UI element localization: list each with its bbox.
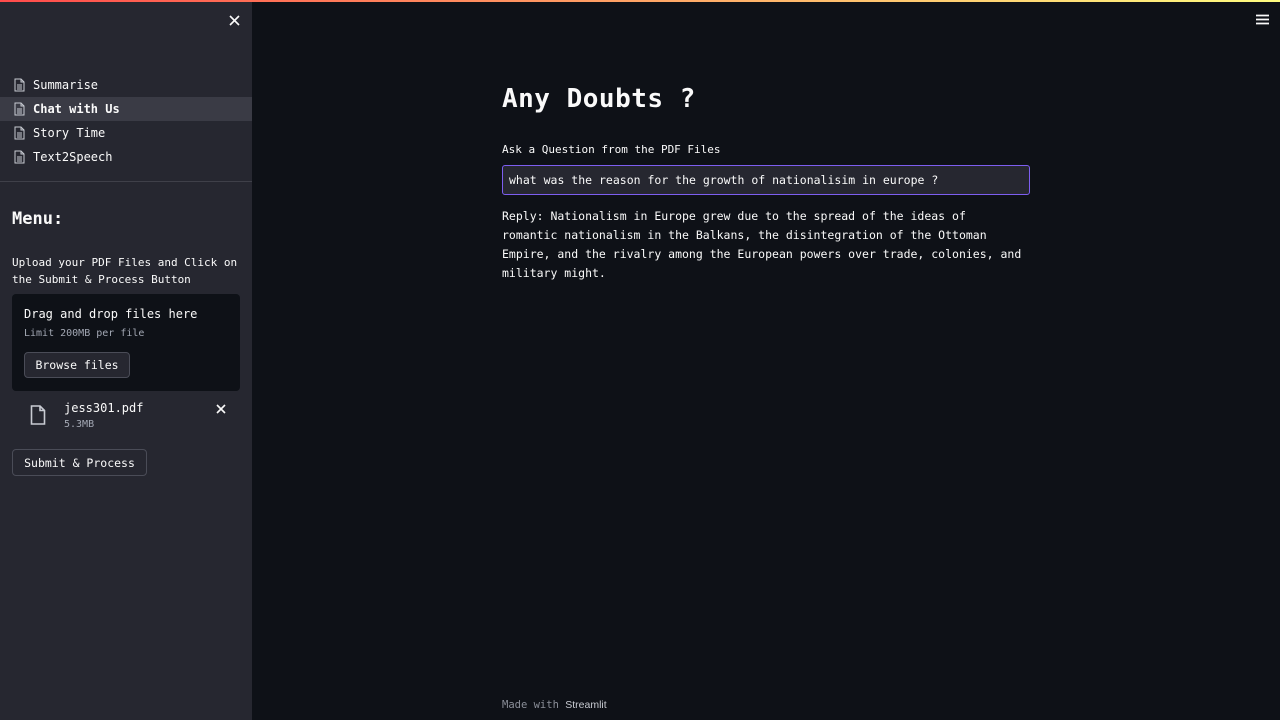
streamlit-link[interactable]: Streamlit: [565, 699, 606, 711]
document-icon: [13, 78, 27, 92]
reply-text: Reply: Nationalism in Europe grew due to…: [502, 209, 1022, 280]
sidebar-item-label: Text2Speech: [33, 150, 113, 164]
question-label: Ask a Question from the PDF Files: [502, 143, 721, 156]
question-input[interactable]: [502, 165, 1030, 195]
main-menu-button[interactable]: [1255, 12, 1269, 26]
menu-title: Menu:: [12, 209, 64, 229]
file-size: 5.3MB: [64, 419, 95, 430]
dropzone-limit: Limit 200MB per file: [24, 328, 145, 339]
sidebar-item-label: Summarise: [33, 78, 99, 92]
sidebar-item-label: Chat with Us: [33, 102, 120, 116]
document-icon: [13, 102, 27, 116]
sidebar: Summarise Chat with Us Story Time Text2S…: [0, 0, 252, 720]
file-dropzone[interactable]: Drag and drop files here Limit 200MB per…: [12, 294, 240, 391]
browse-files-button[interactable]: Browse files: [24, 352, 130, 378]
file-name: jess301.pdf: [64, 401, 144, 415]
upload-instructions: Upload your PDF Files and Click on the S…: [12, 256, 238, 286]
sidebar-item-chat-with-us[interactable]: Chat with Us: [0, 97, 252, 121]
page-title: Any Doubts ?: [502, 84, 696, 114]
uploaded-file-item: jess301.pdf 5.3MB: [12, 399, 240, 435]
dropzone-title: Drag and drop files here: [24, 307, 198, 321]
top-decoration-bar: [0, 0, 1280, 2]
close-sidebar-button[interactable]: [224, 10, 244, 30]
submit-process-button[interactable]: Submit & Process: [12, 449, 147, 476]
file-icon: [30, 405, 48, 425]
sidebar-divider: [0, 181, 252, 182]
sidebar-item-story-time[interactable]: Story Time: [0, 121, 252, 145]
footer: Made with Streamlit: [502, 699, 607, 711]
sidebar-item-label: Story Time: [33, 126, 106, 140]
remove-file-button[interactable]: [214, 402, 228, 416]
document-icon: [13, 150, 27, 164]
sidebar-item-text2speech[interactable]: Text2Speech: [0, 145, 252, 169]
document-icon: [13, 126, 27, 140]
close-icon: [216, 404, 226, 414]
hamburger-menu-icon: [1255, 14, 1269, 24]
close-icon: [228, 14, 240, 26]
sidebar-nav: Summarise Chat with Us Story Time Text2S…: [0, 73, 252, 169]
footer-prefix: Made with: [502, 699, 559, 711]
sidebar-item-summarise[interactable]: Summarise: [0, 73, 252, 97]
